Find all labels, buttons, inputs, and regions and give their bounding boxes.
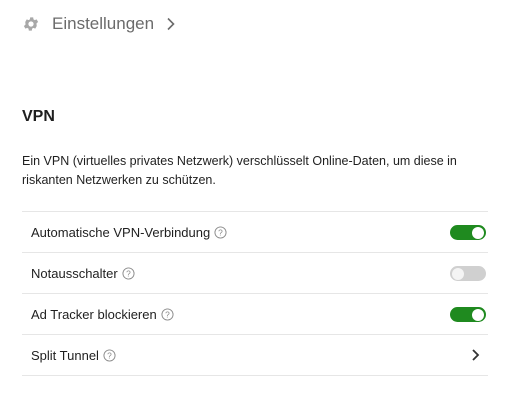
setting-row-split-tunnel[interactable]: Split Tunnel ? [22, 335, 488, 376]
gear-icon [22, 15, 40, 33]
setting-label: Ad Tracker blockieren [31, 306, 157, 322]
setting-label: Split Tunnel [31, 347, 99, 363]
help-icon[interactable]: ? [103, 348, 116, 362]
kill-switch-toggle[interactable] [450, 266, 486, 281]
toggle-knob [472, 226, 484, 239]
chevron-right-icon[interactable] [471, 348, 480, 362]
help-icon[interactable]: ? [122, 266, 135, 280]
svg-text:?: ? [107, 350, 112, 360]
setting-label: Automatische VPN-Verbindung [31, 224, 211, 240]
breadcrumb[interactable]: Einstellungen [22, 12, 176, 36]
toggle-knob [452, 267, 464, 280]
setting-label: Notausschalter [31, 265, 118, 281]
chevron-right-icon [166, 17, 176, 31]
setting-row-auto-vpn: Automatische VPN-Verbindung ? [22, 212, 488, 253]
toggle-knob [472, 308, 484, 321]
setting-row-kill-switch: Notausschalter ? [22, 253, 488, 294]
section-title: VPN [22, 108, 55, 125]
svg-text:?: ? [126, 268, 131, 278]
auto-vpn-toggle[interactable] [450, 225, 486, 240]
ad-tracker-toggle[interactable] [450, 307, 486, 322]
help-icon[interactable]: ? [161, 307, 174, 321]
svg-text:?: ? [165, 309, 170, 319]
settings-list: Automatische VPN-Verbindung ? Notausscha… [22, 211, 488, 376]
svg-text:?: ? [218, 227, 223, 237]
help-icon[interactable]: ? [214, 225, 227, 239]
breadcrumb-label[interactable]: Einstellungen [52, 14, 154, 34]
setting-row-ad-tracker: Ad Tracker blockieren ? [22, 294, 488, 335]
section-description: Ein VPN (virtuelles privates Netzwerk) v… [22, 154, 457, 187]
vpn-settings-page: Einstellungen VPN Ein VPN (virtuelles pr… [0, 0, 517, 414]
